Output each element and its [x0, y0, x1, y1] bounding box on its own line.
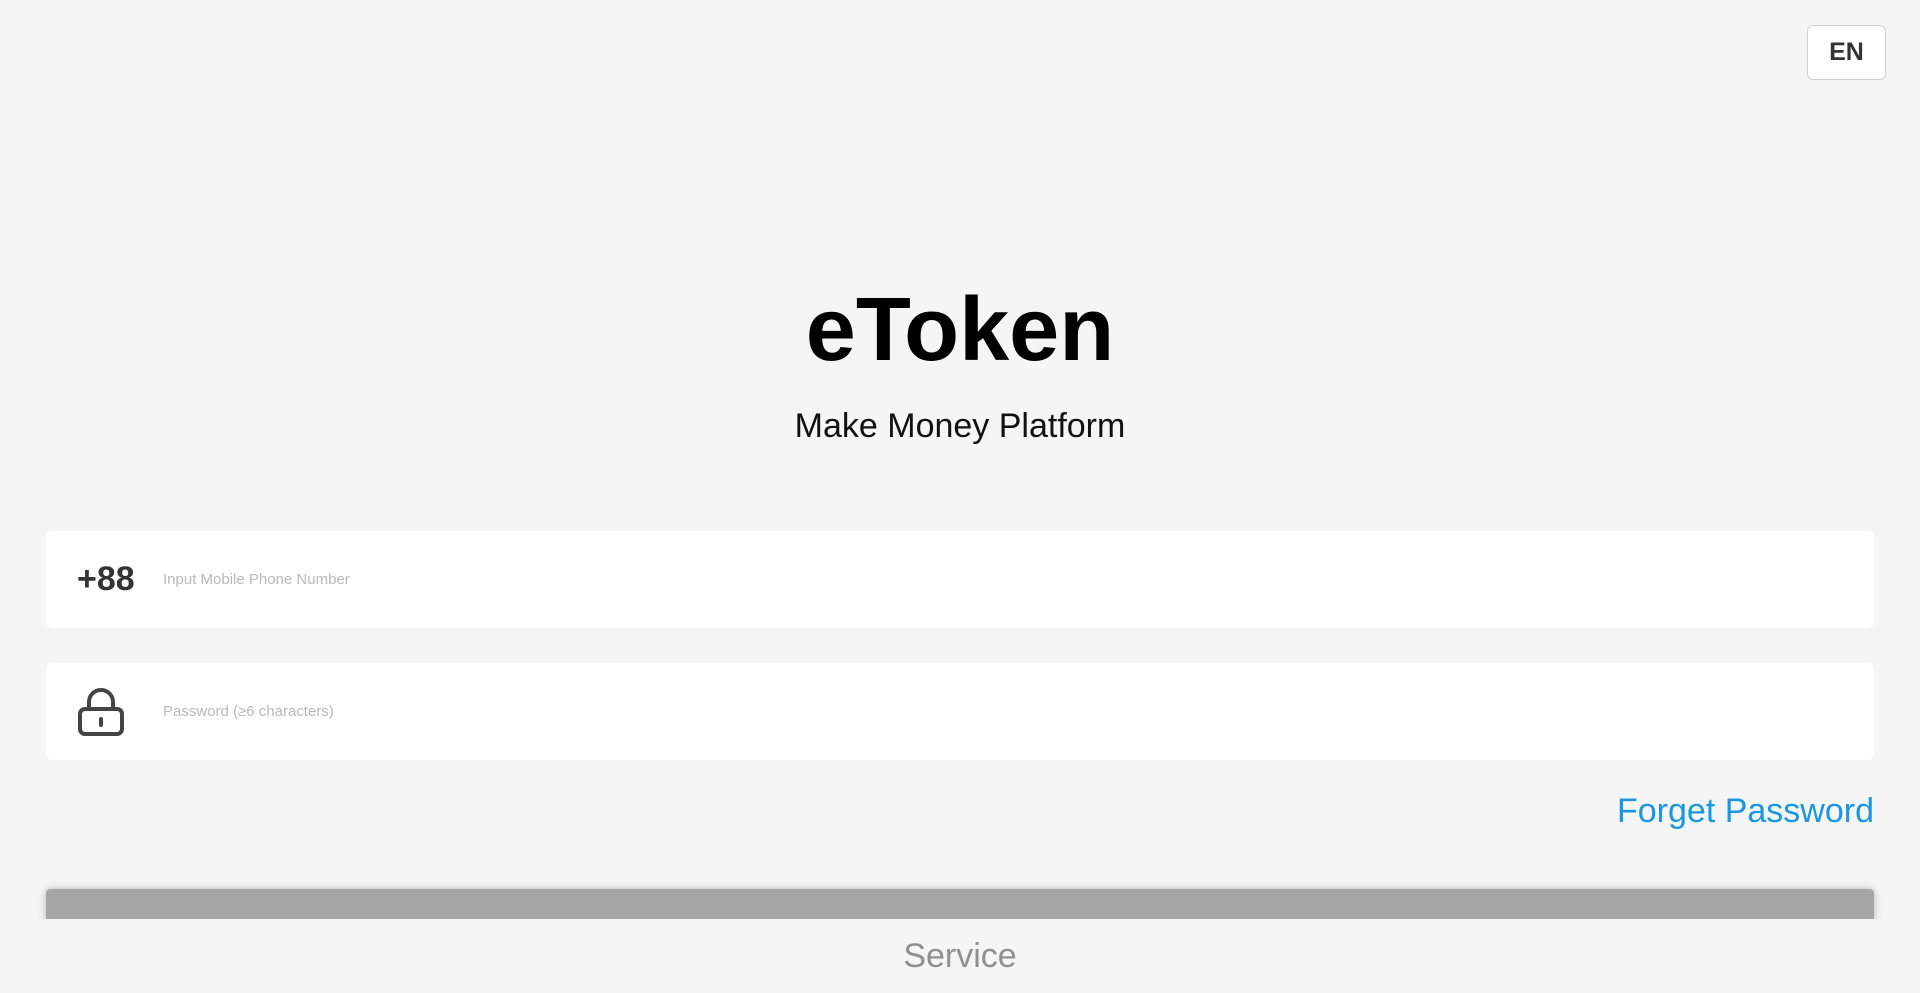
password-field	[46, 663, 1874, 760]
password-input[interactable]	[163, 663, 1874, 760]
footer-bar: Service	[0, 919, 1920, 993]
language-selector-button[interactable]: EN	[1807, 25, 1886, 80]
forget-password-link[interactable]: Forget Password	[1617, 792, 1874, 831]
phone-field: +88	[46, 531, 1874, 628]
brand-subtitle: Make Money Platform	[794, 407, 1126, 445]
country-code[interactable]: +88	[46, 560, 163, 599]
lock-icon	[46, 687, 163, 737]
brand-title: eToken	[805, 280, 1115, 380]
phone-input[interactable]	[163, 531, 1874, 628]
login-page: EN eToken Make Money Platform +88 Forget…	[0, 0, 1920, 993]
service-link[interactable]: Service	[903, 937, 1016, 976]
